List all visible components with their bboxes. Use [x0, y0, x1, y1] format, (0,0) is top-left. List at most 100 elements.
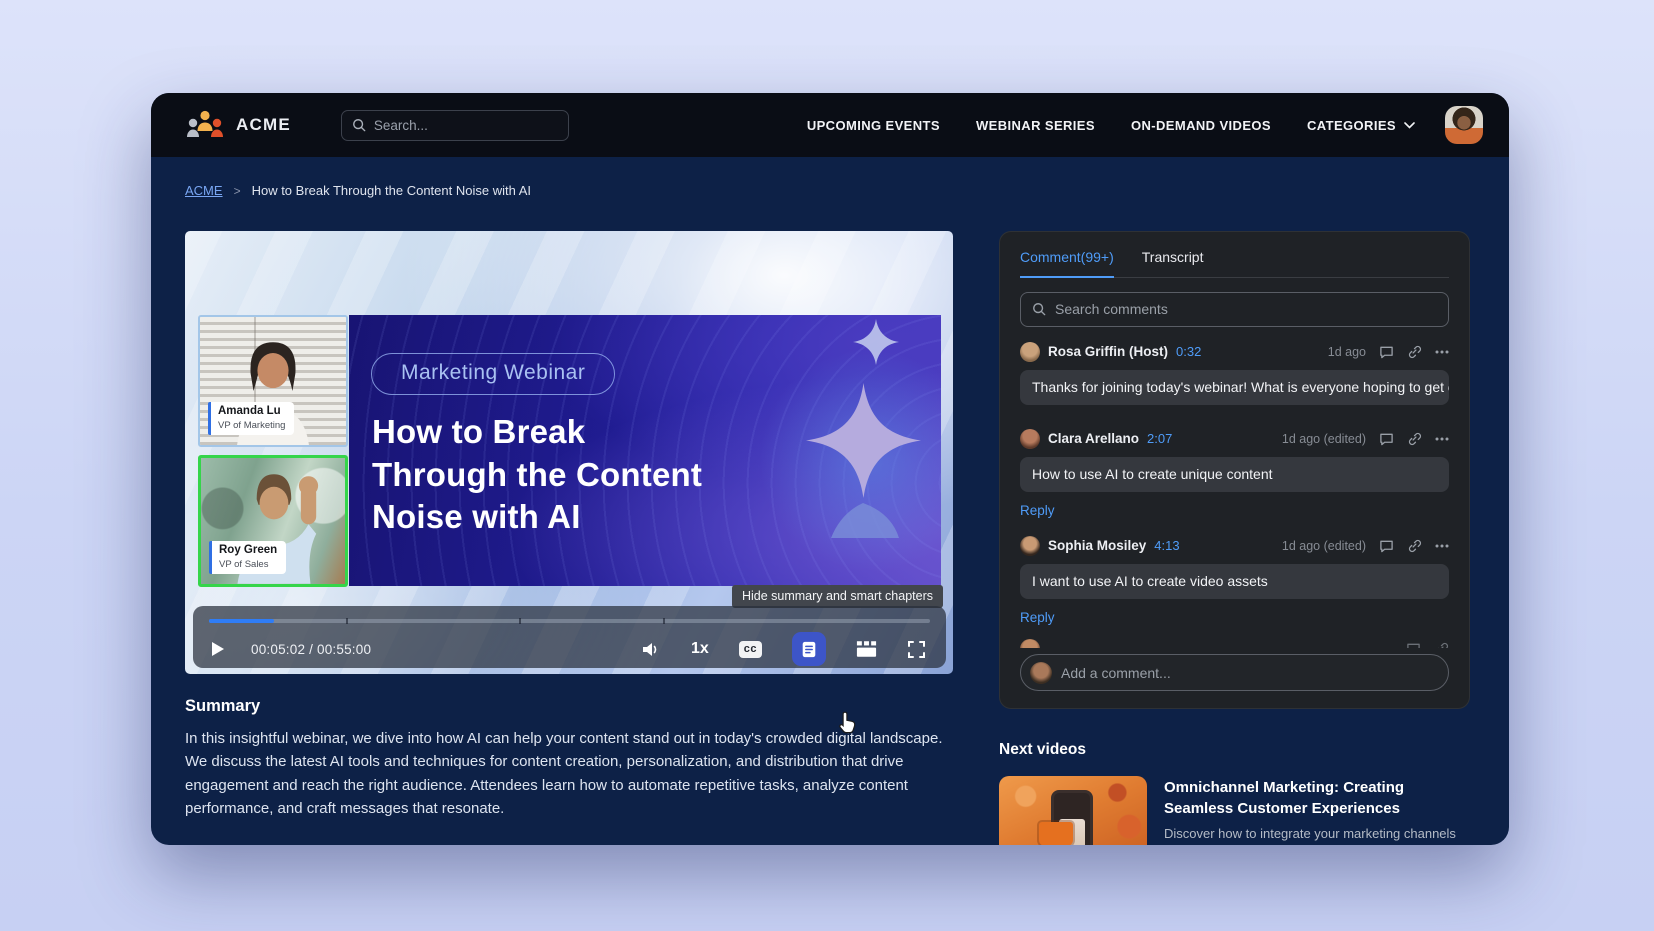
comment-item-partial	[1020, 639, 1449, 649]
comment-item: Sophia Mosiley 4:13 1d ago (edited) I wa…	[1020, 536, 1449, 625]
comment-text: Thanks for joining today's webinar! What…	[1020, 370, 1449, 405]
nav-search[interactable]	[341, 110, 569, 141]
summary-chapters-button-active[interactable]	[792, 632, 826, 666]
comment-item: Clara Arellano 2:07 1d ago (edited) How …	[1020, 429, 1449, 518]
more-options-icon[interactable]	[1435, 544, 1449, 548]
comment-age: 1d ago (edited)	[1282, 539, 1366, 553]
volume-icon[interactable]	[641, 641, 661, 658]
chapters-grid-button[interactable]	[856, 640, 877, 658]
progress-bar[interactable]	[209, 619, 930, 623]
commenter-avatar	[1020, 342, 1040, 362]
add-comment-box[interactable]	[1020, 654, 1449, 691]
nav-item-upcoming-events[interactable]: UPCOMING EVENTS	[807, 118, 940, 133]
speaker-name: Amanda Lu	[218, 405, 285, 419]
speaker-role: VP of Sales	[219, 559, 277, 570]
comment-meta: 1d ago	[1328, 344, 1449, 359]
nav-links: UPCOMING EVENTS WEBINAR SERIES ON-DEMAND…	[807, 118, 1415, 133]
webinar-slide: Marketing Webinar How to Break Through t…	[349, 315, 941, 586]
acme-logo-icon	[185, 110, 225, 140]
reply-link[interactable]: Reply	[1020, 610, 1055, 625]
copy-link-icon[interactable]	[1407, 344, 1422, 359]
search-icon	[352, 118, 366, 132]
comment-item: Rosa Griffin (Host) 0:32 1d ago Thanks f…	[1020, 342, 1449, 405]
brand[interactable]: ACME	[185, 110, 291, 140]
chevron-down-icon	[1404, 122, 1415, 129]
star-shape-small	[853, 319, 899, 365]
play-button[interactable]	[211, 641, 225, 657]
controls-right-group: 1x cc	[641, 632, 926, 666]
next-videos-section: Next videos 36:45 Omnichannel Marketing:…	[999, 741, 1493, 845]
comment-timestamp-link[interactable]: 0:32	[1176, 344, 1201, 359]
commenter-avatar	[1020, 639, 1040, 649]
reply-bubble-icon[interactable]	[1379, 432, 1394, 446]
comment-timestamp-link[interactable]: 2:07	[1147, 431, 1172, 446]
closed-captions-button[interactable]: cc	[739, 641, 762, 658]
reply-bubble-icon[interactable]	[1406, 642, 1421, 649]
commenter-name: Clara Arellano	[1048, 431, 1139, 446]
commenter-name: Sophia Mosiley	[1048, 538, 1146, 553]
user-avatar[interactable]	[1445, 106, 1483, 144]
breadcrumb-separator-icon: >	[234, 184, 241, 198]
navbar: ACME UPCOMING EVENTS WEBINAR SERIES ON-D…	[151, 93, 1509, 157]
chapter-marker	[346, 618, 348, 624]
reply-bubble-icon[interactable]	[1379, 345, 1394, 359]
slide-title: How to Break Through the Content Noise w…	[372, 411, 702, 539]
tab-comments[interactable]: Comment(99+)	[1020, 249, 1114, 278]
comments-search[interactable]	[1020, 292, 1449, 327]
time-display: 00:05:02 / 00:55:00	[251, 642, 371, 657]
copy-link-icon[interactable]	[1407, 538, 1422, 553]
comments-search-input[interactable]	[1055, 301, 1437, 317]
next-video-info: Omnichannel Marketing: Creating Seamless…	[1164, 776, 1476, 845]
comment-meta: 1d ago (edited)	[1282, 431, 1449, 446]
copy-link-icon[interactable]	[1407, 431, 1422, 446]
speaker-name-badge: Amanda Lu VP of Marketing	[208, 402, 294, 435]
commenter-avatar	[1020, 536, 1040, 556]
search-input[interactable]	[374, 118, 558, 133]
commenter-name: Rosa Griffin (Host)	[1048, 344, 1168, 359]
add-comment-input[interactable]	[1061, 665, 1439, 681]
speaker-tile-roy-active: Roy Green VP of Sales	[198, 455, 348, 587]
nav-item-on-demand-videos[interactable]: ON-DEMAND VIDEOS	[1131, 118, 1271, 133]
next-video-card[interactable]: 36:45 Omnichannel Marketing: Creating Se…	[999, 776, 1493, 845]
categories-label: CATEGORIES	[1307, 118, 1396, 133]
fullscreen-button[interactable]	[907, 640, 926, 659]
video-player[interactable]: Amanda Lu VP of Marketing Roy Green VP o…	[185, 231, 953, 674]
next-video-description: Discover how to integrate your marketing…	[1164, 825, 1476, 845]
comment-header: Sophia Mosiley 4:13 1d ago (edited)	[1020, 536, 1449, 556]
more-options-icon[interactable]	[1435, 437, 1449, 441]
more-options-icon[interactable]	[1435, 350, 1449, 354]
next-video-title[interactable]: Omnichannel Marketing: Creating Seamless…	[1164, 778, 1476, 819]
commenter-avatar	[1020, 429, 1040, 449]
current-user-avatar	[1030, 662, 1052, 684]
tab-transcript[interactable]: Transcript	[1142, 249, 1204, 277]
reply-bubble-icon[interactable]	[1379, 539, 1394, 553]
breadcrumb-home-link[interactable]: ACME	[185, 183, 223, 198]
summary-paragraph: In this insightful webinar, we dive into…	[185, 727, 957, 821]
copy-link-icon[interactable]	[1434, 641, 1449, 648]
comment-header: Clara Arellano 2:07 1d ago (edited)	[1020, 429, 1449, 449]
breadcrumb: ACME > How to Break Through the Content …	[185, 183, 531, 198]
playback-speed-button[interactable]: 1x	[691, 640, 709, 658]
star-shape-large	[801, 373, 926, 538]
page-background: ACME UPCOMING EVENTS WEBINAR SERIES ON-D…	[0, 0, 1654, 931]
nav-item-categories[interactable]: CATEGORIES	[1307, 118, 1415, 133]
next-videos-heading: Next videos	[999, 741, 1493, 759]
summary-section: Summary In this insightful webinar, we d…	[185, 697, 957, 845]
search-icon	[1032, 302, 1046, 316]
chapter-marker	[519, 618, 521, 624]
slide-category-pill: Marketing Webinar	[371, 353, 615, 395]
panel-tabs: Comment(99+) Transcript	[1020, 232, 1449, 278]
comment-header	[1020, 639, 1449, 649]
comment-meta: 1d ago (edited)	[1282, 538, 1449, 553]
thumbnail-cart-illustration	[1039, 822, 1073, 845]
comment-timestamp-link[interactable]: 4:13	[1154, 538, 1179, 553]
speaker-name: Roy Green	[219, 544, 277, 558]
nav-item-webinar-series[interactable]: WEBINAR SERIES	[976, 118, 1095, 133]
controls-row: 00:05:02 / 00:55:00 1x cc	[211, 630, 926, 668]
reply-link[interactable]: Reply	[1020, 503, 1055, 518]
speaker-name-badge: Roy Green VP of Sales	[209, 541, 286, 574]
speaker-role: VP of Marketing	[218, 420, 285, 431]
progress-fill	[209, 619, 274, 623]
next-video-thumbnail[interactable]: 36:45	[999, 776, 1147, 845]
comments-list: Rosa Griffin (Host) 0:32 1d ago Thanks f…	[1020, 327, 1449, 649]
